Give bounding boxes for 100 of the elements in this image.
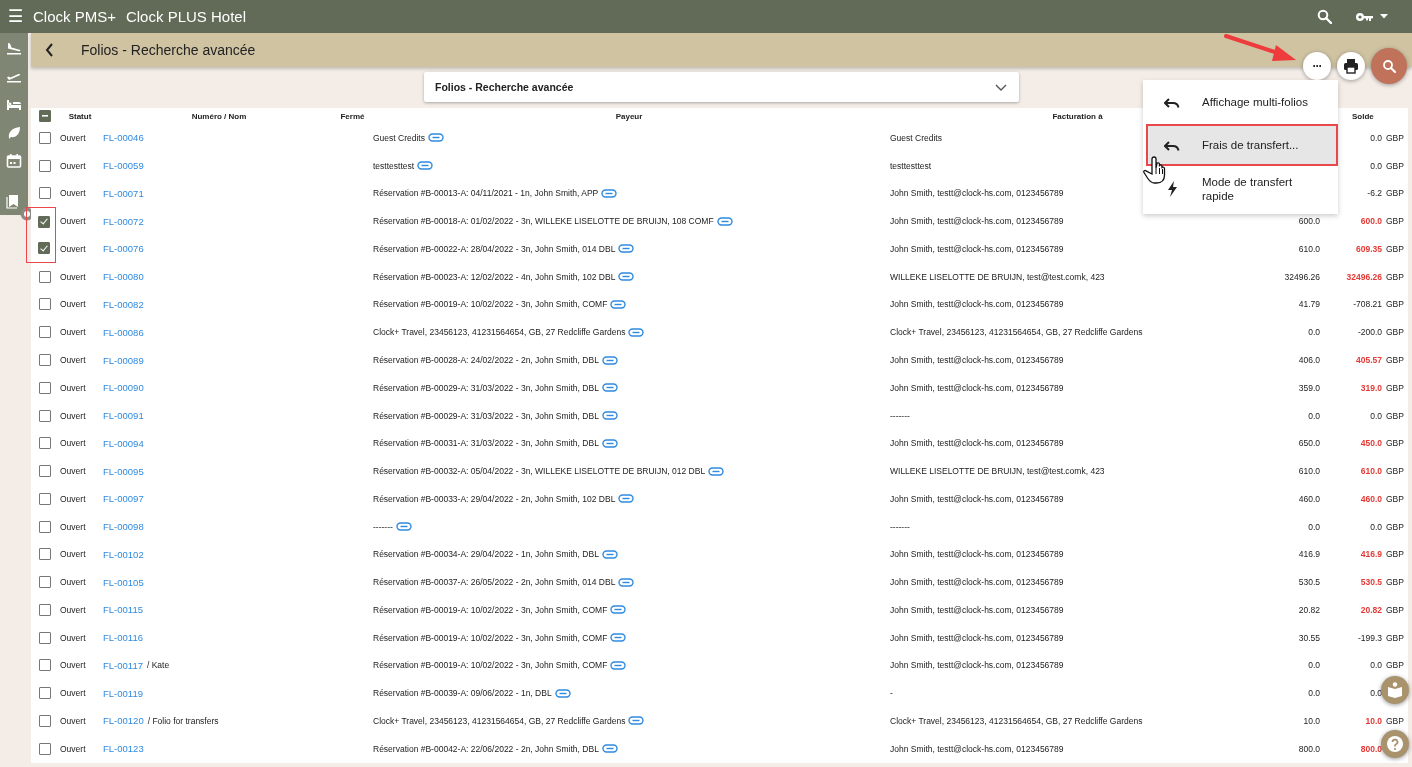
folio-link[interactable]: FL-00089	[103, 354, 144, 366]
column-header[interactable]: Fermé	[340, 111, 365, 121]
link-icon[interactable]	[610, 633, 627, 643]
link-icon[interactable]	[716, 216, 733, 226]
menu-item[interactable]: Frais de transfert...	[1146, 124, 1338, 166]
menu-item[interactable]: Mode de transfert rapide	[1143, 166, 1338, 212]
folio-link[interactable]: FL-00117	[103, 659, 143, 671]
balance-text: 530.5	[1359, 577, 1382, 588]
caret-icon[interactable]	[1380, 14, 1388, 19]
row-checkbox[interactable]	[39, 742, 51, 755]
link-icon[interactable]	[610, 660, 627, 670]
print-button[interactable]	[1337, 52, 1365, 80]
row-checkbox[interactable]	[39, 326, 51, 339]
folio-link[interactable]: FL-00102	[103, 548, 144, 560]
link-icon[interactable]	[554, 688, 571, 698]
amount-text: 10.0	[1303, 715, 1320, 726]
link-icon[interactable]	[610, 299, 627, 309]
folio-link[interactable]: FL-00098	[103, 521, 144, 533]
link-icon[interactable]	[601, 549, 618, 559]
folio-link[interactable]: FL-00082	[103, 298, 144, 310]
row-checkbox[interactable]	[39, 187, 51, 200]
row-checkbox[interactable]	[39, 520, 51, 533]
status-text: Ouvert	[60, 493, 86, 504]
search-panel[interactable]: Folios - Recherche avancée	[424, 72, 1019, 102]
link-icon[interactable]	[618, 272, 635, 282]
calendar-icon[interactable]	[5, 152, 23, 170]
row-checkbox[interactable]	[39, 409, 51, 422]
link-icon[interactable]	[601, 188, 618, 198]
menu-icon[interactable]: ☰	[8, 8, 25, 25]
payer-text: Réservation #B-00019-A: 10/02/2022 - 3n, John Smith, COMF	[373, 660, 608, 671]
folio-link[interactable]: FL-00080	[103, 271, 144, 283]
select-all-checkbox[interactable]	[39, 110, 51, 122]
folio-link[interactable]: FL-00116	[103, 632, 143, 644]
folio-link[interactable]: FL-00090	[103, 382, 144, 394]
folio-link[interactable]: FL-00115	[103, 604, 143, 616]
link-icon[interactable]	[395, 522, 412, 532]
link-icon[interactable]	[628, 716, 645, 726]
folio-link[interactable]: FL-00091	[103, 410, 144, 422]
payer-text: Réservation #B-00023-A: 12/02/2022 - 4n, John Smith, 102 DBL	[373, 271, 616, 282]
row-checkbox[interactable]	[39, 298, 51, 311]
row-checkbox[interactable]	[39, 354, 51, 366]
column-header[interactable]: Payeur	[615, 111, 643, 121]
payer-text: testtesttest	[373, 160, 415, 171]
column-header[interactable]: Numéro / Nom	[191, 111, 247, 121]
search-icon[interactable]	[1317, 9, 1332, 24]
row-checkbox[interactable]	[39, 548, 51, 561]
row-checkbox[interactable]	[39, 270, 51, 283]
row-checkbox[interactable]	[39, 687, 51, 700]
folio-link[interactable]: FL-00119	[103, 687, 143, 699]
link-icon[interactable]	[601, 383, 618, 393]
link-icon[interactable]	[618, 494, 635, 504]
row-checkbox[interactable]	[39, 159, 51, 172]
row-checkbox[interactable]	[39, 631, 51, 644]
link-icon[interactable]	[708, 466, 725, 476]
row-checkbox[interactable]	[37, 215, 50, 228]
more-button[interactable]: ···	[1303, 52, 1331, 80]
status-text: Ouvert	[60, 660, 86, 671]
row-checkbox[interactable]	[39, 131, 51, 144]
menu-item[interactable]: Affichage multi-folios	[1143, 80, 1338, 124]
row-checkbox[interactable]	[39, 659, 51, 672]
link-icon[interactable]	[601, 744, 618, 754]
column-header[interactable]: Facturation à	[1052, 111, 1103, 121]
row-checkbox[interactable]	[39, 603, 51, 616]
link-icon[interactable]	[618, 577, 635, 587]
row-checkbox[interactable]	[39, 576, 51, 589]
row-checkbox[interactable]	[39, 492, 51, 505]
chevron-icon[interactable]	[995, 83, 1007, 91]
landing-plane-icon[interactable]	[5, 40, 23, 58]
row-checkbox[interactable]	[39, 465, 51, 478]
folio-link[interactable]: FL-00097	[103, 493, 144, 505]
folio-link[interactable]: FL-00071	[103, 187, 144, 199]
app-name: Clock PMS+	[33, 8, 116, 25]
row-checkbox[interactable]	[39, 437, 51, 450]
billing-text: John Smith, testt@clock-hs.com, 0123456789	[890, 188, 1064, 199]
folio-link[interactable]: FL-00095	[103, 465, 144, 477]
folio-link[interactable]: FL-00086	[103, 326, 144, 338]
folio-link[interactable]: FL-00072	[103, 215, 144, 227]
column-header[interactable]: Solde	[1352, 111, 1374, 121]
folio-link[interactable]: FL-00076	[103, 243, 144, 255]
link-icon[interactable]	[417, 161, 434, 171]
folio-link[interactable]: FL-00094	[103, 437, 144, 449]
link-icon[interactable]	[610, 605, 627, 615]
row-checkbox[interactable]	[37, 242, 50, 255]
status-text: Ouvert	[60, 688, 86, 699]
link-icon[interactable]	[618, 244, 635, 254]
folio-link[interactable]: FL-00046	[103, 132, 144, 144]
folio-link[interactable]: FL-00059	[103, 160, 144, 172]
link-icon[interactable]	[601, 438, 618, 448]
column-header[interactable]: Statut	[68, 111, 92, 121]
search-button[interactable]	[1371, 48, 1407, 84]
back-icon[interactable]	[45, 43, 54, 57]
link-icon[interactable]	[601, 411, 618, 421]
row-checkbox[interactable]	[39, 714, 51, 727]
folio-link[interactable]: FL-00105	[103, 576, 144, 588]
row-checkbox[interactable]	[39, 381, 51, 394]
folio-link[interactable]: FL-00120	[103, 715, 144, 727]
link-icon[interactable]	[601, 355, 618, 365]
folio-link[interactable]: FL-00123	[103, 743, 144, 755]
link-icon[interactable]	[427, 133, 444, 143]
link-icon[interactable]	[628, 327, 645, 337]
